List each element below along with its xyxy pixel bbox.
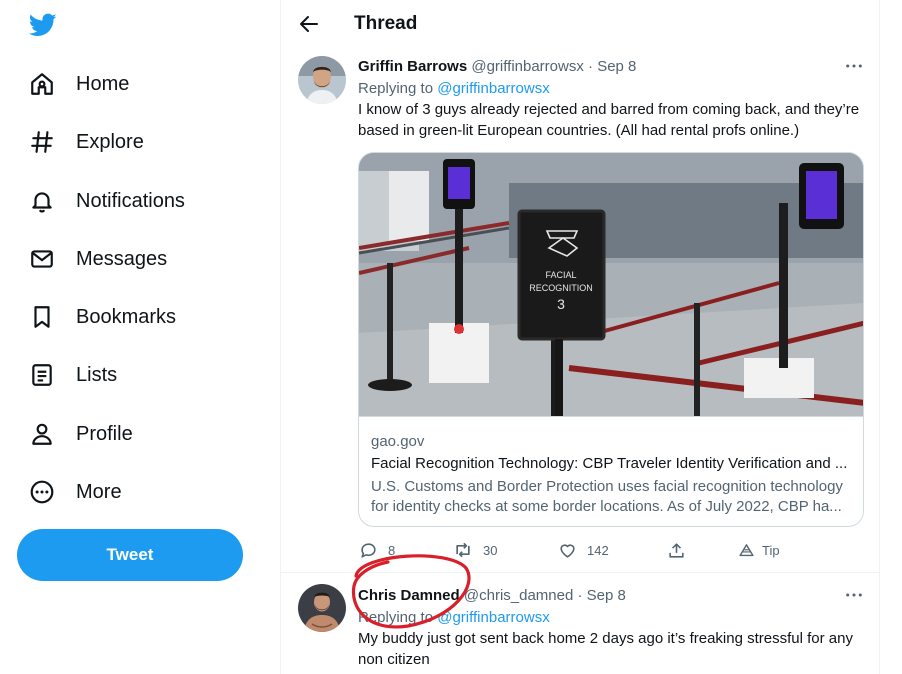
avatar[interactable] [298,584,346,632]
tweet-button[interactable]: Tweet [17,529,243,581]
card-description: U.S. Customs and Border Protection uses … [371,478,843,515]
card-meta: gao.gov Facial Recognition Technology: C… [359,416,863,526]
share-button[interactable] [666,540,696,560]
heart-icon [557,540,577,560]
sidebar-item-label: Lists [76,363,118,386]
sidebar-item-label: Home [76,72,130,95]
replying-to-label: Replying to [358,609,434,626]
sidebar-item-bookmarks[interactable]: Bookmarks [28,297,176,337]
more-options-icon[interactable] [843,56,865,76]
sidebar-item-notifications[interactable]: Notifications [28,181,185,221]
list-icon [28,361,56,389]
tip-button[interactable]: Tip [736,540,780,560]
tweet-header: Chris Damned @chris_damned · Sep 8 [358,587,626,604]
link-card[interactable]: FACIAL RECOGNITION 3 gao.gov Facial Reco… [358,152,864,527]
sidebar-item-label: More [76,480,122,503]
reply-button[interactable]: 8 [358,540,395,560]
sidebar-item-label: Notifications [76,189,185,212]
sidebar-item-more[interactable]: More [28,472,122,512]
sidebar-item-explore[interactable]: Explore [28,122,144,162]
sidebar-item-label: Profile [76,422,133,445]
card-domain: gao.gov [371,433,425,450]
card-image: FACIAL RECOGNITION 3 [359,153,863,416]
tweet-actions: 8 30 142 Tip [358,540,858,560]
separator-dot: · [588,58,594,75]
sign-line-2: RECOGNITION [529,283,593,293]
replying-to-label: Replying to [358,80,434,97]
bell-icon [28,187,56,215]
sidebar-item-lists[interactable]: Lists [28,355,117,395]
tweet-text: My buddy just got sent back home 2 days … [358,630,853,668]
separator-dot: · [577,587,583,604]
replying-to: Replying to @griffinbarrowsx [358,609,550,626]
retweet-count: 30 [483,542,498,558]
more-circle-icon [28,478,56,506]
sidebar-item-profile[interactable]: Profile [28,414,133,454]
sidebar: Home Explore Notifications Messages Book… [0,0,280,674]
sidebar-item-label: Bookmarks [76,305,177,328]
sidebar-item-messages[interactable]: Messages [28,239,167,279]
tweet-date[interactable]: Sep 8 [597,58,636,75]
retweet-button[interactable]: 30 [453,540,497,560]
person-icon [28,420,56,448]
sidebar-item-home[interactable]: Home [28,64,129,104]
hashtag-icon [28,128,56,156]
tip-icon [736,540,756,560]
sign-line-1: FACIAL [545,270,576,280]
avatar[interactable] [298,56,346,104]
envelope-icon [28,245,56,273]
more-options-icon[interactable] [843,585,865,605]
tweet-date[interactable]: Sep 8 [587,587,626,604]
like-count: 142 [587,542,609,558]
retweet-icon [453,540,473,560]
replying-to: Replying to @griffinbarrowsx [358,80,550,97]
tip-label: Tip [762,542,780,558]
tweet[interactable]: Chris Damned @chris_damned · Sep 8 Reply… [281,573,879,674]
sign-line-3: 3 [557,296,565,312]
bookmark-icon [28,303,56,331]
main-column: Thread Griffin Barrows @griffinbarrowsx … [280,0,880,674]
share-icon [666,540,686,560]
reply-count: 8 [388,542,396,558]
author-handle[interactable]: @chris_damned [464,587,573,604]
mention-link[interactable]: @griffinbarrowsx [437,609,550,626]
sidebar-item-label: Messages [76,247,168,270]
card-title: Facial Recognition Technology: CBP Trave… [371,455,848,472]
author-name[interactable]: Chris Damned [358,587,460,604]
sidebar-item-label: Explore [76,130,144,153]
like-button[interactable]: 142 [557,540,609,560]
author-name[interactable]: Griffin Barrows [358,58,467,75]
tweet-text: I know of 3 guys already rejected and ba… [358,101,860,139]
reply-icon [358,540,378,560]
twitter-bird-icon[interactable] [28,11,58,39]
mention-link[interactable]: @griffinbarrowsx [437,80,550,97]
home-icon [28,70,56,98]
author-handle[interactable]: @griffinbarrowsx [471,58,584,75]
tweet-header: Griffin Barrows @griffinbarrowsx · Sep 8 [358,58,636,75]
tweet[interactable]: Griffin Barrows @griffinbarrowsx · Sep 8… [281,0,879,572]
